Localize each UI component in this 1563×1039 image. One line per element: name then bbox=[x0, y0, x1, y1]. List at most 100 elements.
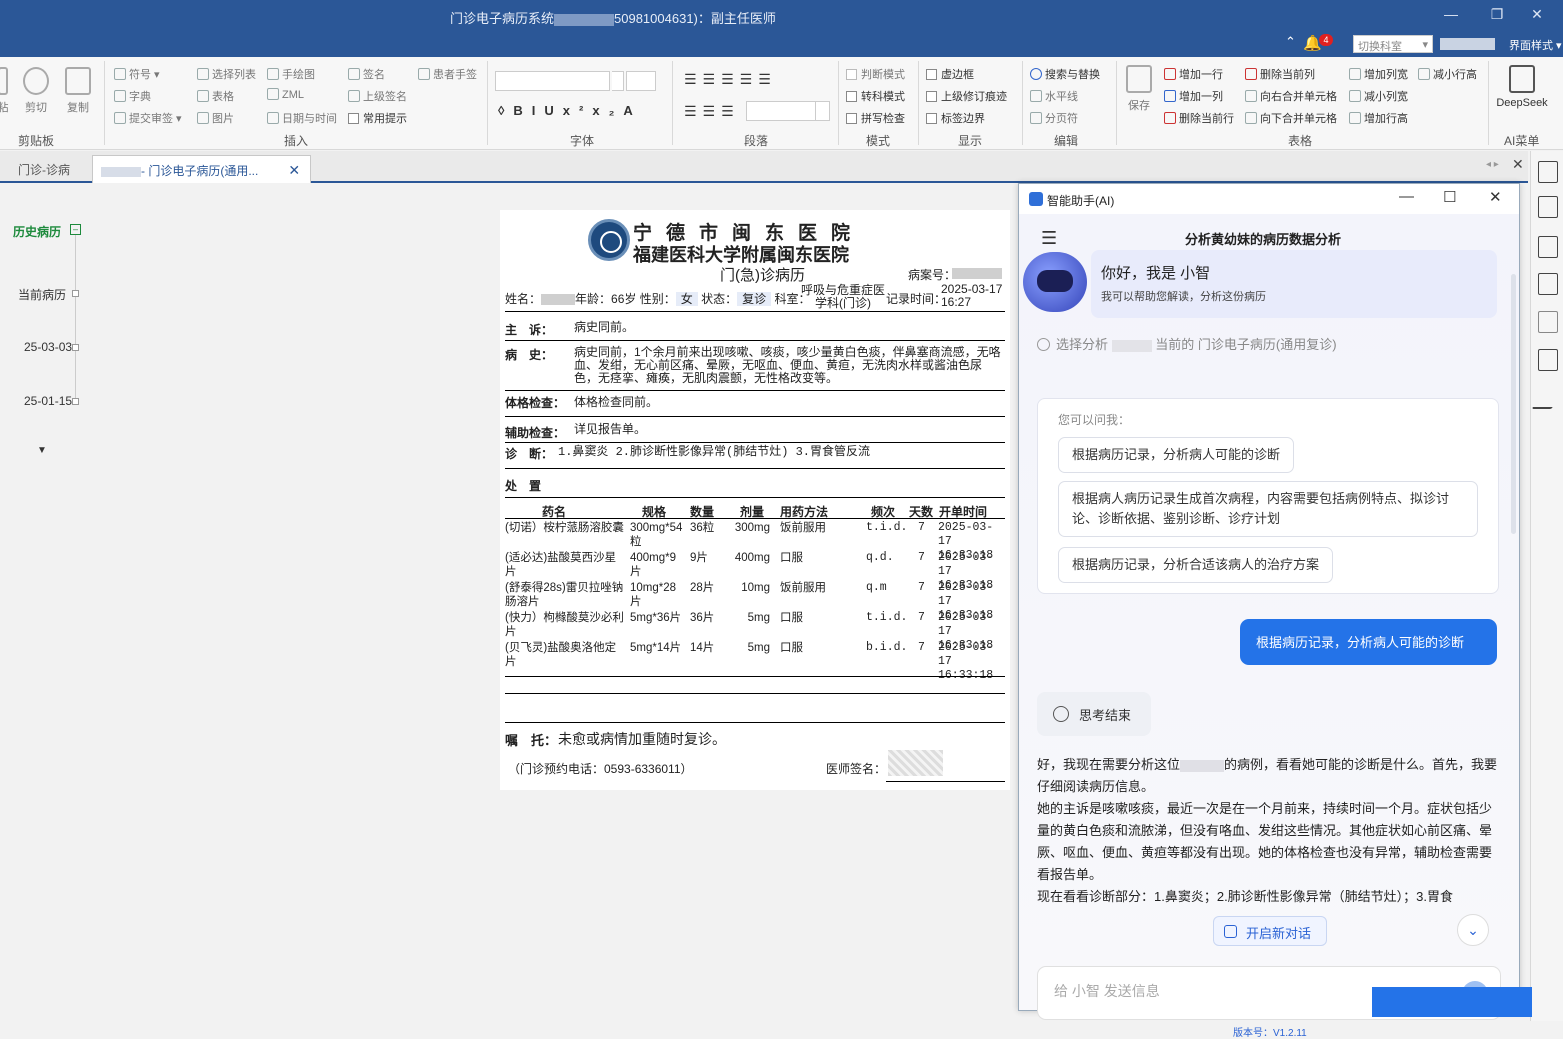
delete-row-button[interactable]: 删除当前行 bbox=[1164, 110, 1234, 126]
table-icon bbox=[197, 90, 209, 102]
font-size-select[interactable] bbox=[626, 71, 656, 91]
pen-icon[interactable] bbox=[1531, 387, 1563, 409]
cut-button[interactable]: 剪切 bbox=[20, 67, 52, 115]
close-all-icon[interactable]: ✕ bbox=[1512, 156, 1524, 173]
horizontal-line-button[interactable]: 水平线 bbox=[1030, 88, 1078, 104]
tab-emr[interactable]: - 门诊电子病历(通用... ✕ bbox=[92, 155, 311, 183]
table-group-label: 表格 bbox=[1288, 134, 1313, 148]
thinking-done-toggle[interactable]: 思考结束 bbox=[1037, 692, 1151, 736]
close-button[interactable]: ✕ bbox=[1522, 6, 1552, 26]
rx-cell-dose: 5mg bbox=[747, 612, 770, 624]
insert-dictionary[interactable]: 字典 bbox=[114, 88, 151, 104]
ai-maximize-button[interactable]: ☐ bbox=[1443, 188, 1456, 206]
suggestion-diagnosis[interactable]: 根据病历记录，分析病人可能的诊断 bbox=[1058, 437, 1295, 473]
insert-table[interactable]: 表格 bbox=[197, 88, 234, 104]
insert-patient-sign[interactable]: 患者手签 bbox=[418, 66, 477, 82]
chat-scrollbar[interactable] bbox=[1511, 274, 1516, 534]
align-buttons[interactable]: ☰☰☰ bbox=[684, 103, 740, 120]
inbox-icon[interactable] bbox=[1538, 196, 1558, 218]
timeline-item-0303[interactable]: 25-03-03 bbox=[24, 340, 72, 354]
suggestion-first-course[interactable]: 根据病人病历记录生成首次病程，内容需要包括病例特点、拟诊讨论、诊断依据、鉴别诊断… bbox=[1058, 481, 1478, 537]
decrease-row-height-button[interactable]: 减小行高 bbox=[1418, 66, 1477, 82]
chief-complaint-label: 主 诉： bbox=[505, 323, 554, 337]
ai-group-label: AI菜单 bbox=[1504, 134, 1540, 148]
rx-cell-dose: 10mg bbox=[741, 582, 770, 594]
insert-superior-sign[interactable]: 上级签名 bbox=[348, 88, 407, 104]
tray-icon[interactable] bbox=[1538, 161, 1558, 183]
search-replace-button[interactable]: 搜索与替换 bbox=[1030, 66, 1100, 82]
insert-signature[interactable]: 签名 bbox=[348, 66, 385, 82]
add-column-button[interactable]: 增加一列 bbox=[1164, 88, 1223, 104]
merge-down-button[interactable]: 向下合并单元格 bbox=[1245, 110, 1337, 126]
answer-paragraph-3: 现在看看诊断部分：1.鼻窦炎；2.肺诊断性影像异常（肺结节灶）；3.胃食 bbox=[1037, 889, 1454, 904]
insert-zml[interactable]: ZML bbox=[267, 88, 304, 101]
tag-border-checkbox[interactable]: 标签边界 bbox=[926, 110, 985, 126]
collapse-icon[interactable]: – bbox=[70, 224, 81, 235]
insert-image[interactable]: 图片 bbox=[197, 110, 234, 126]
copy-icon bbox=[65, 67, 91, 95]
notes-icon[interactable] bbox=[1538, 311, 1558, 333]
judge-mode-checkbox[interactable]: 判断模式 bbox=[846, 66, 905, 82]
scroll-down-button[interactable]: ⌄ bbox=[1457, 914, 1489, 946]
insert-datetime[interactable]: 日期与时间 bbox=[267, 110, 337, 126]
rx-cell-name: (切诺）桉柠蒎肠溶胶囊 bbox=[505, 522, 624, 534]
menu-icon[interactable]: ☰ bbox=[1041, 228, 1057, 249]
insert-select-list[interactable]: 选择列表 bbox=[197, 66, 256, 82]
page-break-button[interactable]: 分页符 bbox=[1030, 110, 1078, 126]
common-tips-checkbox[interactable]: 常用提示 bbox=[348, 110, 407, 126]
ui-style-menu[interactable]: 界面样式 ▾ bbox=[1509, 37, 1562, 53]
history-value[interactable]: 病史同前，1个余月前来出现咳嗽、咳痰，咳少量黄白色痰，伴鼻塞商流感，无咯血、发绀… bbox=[574, 346, 1004, 385]
spell-check-checkbox[interactable]: 拼写检查 bbox=[846, 110, 905, 126]
decrease-col-width-button[interactable]: 减小列宽 bbox=[1349, 88, 1408, 104]
insert-symbol[interactable]: 符号 ▾ bbox=[114, 66, 160, 82]
dept-select[interactable]: 切换科室 ▾ bbox=[1353, 35, 1433, 53]
redacted-id bbox=[554, 13, 615, 26]
add-row-button[interactable]: 增加一行 bbox=[1164, 66, 1223, 82]
notification-badge: 4 bbox=[1319, 34, 1333, 46]
aux-exam-value[interactable]: 详见报告单。 bbox=[574, 423, 1004, 436]
list-format-buttons[interactable]: ☰☰☰☰☰ bbox=[684, 71, 777, 88]
deepseek-button[interactable]: DeepSeek bbox=[1494, 65, 1550, 109]
history-label: 历史病历 bbox=[13, 225, 62, 239]
timeline-item-0115[interactable]: 25-01-15 bbox=[24, 394, 72, 408]
increase-col-width-button[interactable]: 增加列宽 bbox=[1349, 66, 1408, 82]
tab-outpatient-diagnosis[interactable]: 门诊-诊病 bbox=[10, 155, 78, 183]
expand-down-icon[interactable]: ▼ bbox=[37, 445, 47, 456]
virtual-border-checkbox[interactable]: 虚边框 bbox=[926, 66, 974, 82]
timeline-item-current[interactable]: 当前病历 bbox=[18, 286, 66, 303]
clipboard-icon[interactable] bbox=[1538, 273, 1558, 295]
line-spacing-dropdown[interactable] bbox=[816, 101, 830, 121]
font-family-dropdown[interactable] bbox=[612, 71, 624, 91]
font-family-select[interactable] bbox=[495, 71, 610, 91]
suggestion-treatment[interactable]: 根据病历记录，分析合适该病人的治疗方案 bbox=[1058, 547, 1334, 583]
ai-close-button[interactable]: ✕ bbox=[1489, 188, 1502, 206]
advice-value[interactable]: 未愈或病情加重随时复诊。 bbox=[558, 729, 726, 749]
document-icon[interactable] bbox=[1538, 236, 1558, 258]
merge-right-button[interactable]: 向右合并单元格 bbox=[1245, 88, 1337, 104]
font-format-buttons[interactable]: ◊BIUx²x₂A bbox=[498, 103, 642, 118]
revision-trace-checkbox[interactable]: 上级修订痕迹 bbox=[926, 88, 1007, 104]
insert-drawing[interactable]: 手绘图 bbox=[267, 66, 315, 82]
restore-button[interactable]: ❐ bbox=[1482, 6, 1512, 26]
ai-minimize-button[interactable]: — bbox=[1399, 188, 1414, 205]
line-spacing-select[interactable] bbox=[746, 101, 816, 121]
increase-row-height-button[interactable]: 增加行高 bbox=[1349, 110, 1408, 126]
robot-avatar bbox=[1023, 252, 1087, 312]
physical-exam-value[interactable]: 体格检查同前。 bbox=[574, 396, 1004, 409]
transfer-mode-checkbox[interactable]: 转科模式 bbox=[846, 88, 905, 104]
underlying-blue-button[interactable] bbox=[1372, 987, 1532, 1017]
tab-scroll-arrows[interactable]: ◂ ▸ bbox=[1486, 159, 1499, 170]
new-chat-button[interactable]: 开启新对话 bbox=[1213, 916, 1327, 946]
close-tab-icon[interactable]: ✕ bbox=[288, 162, 300, 178]
delete-column-button[interactable]: 删除当前列 bbox=[1245, 66, 1315, 82]
submit-review[interactable]: 提交审签 ▾ bbox=[114, 110, 182, 126]
save-button[interactable]: 保存 bbox=[1124, 65, 1154, 113]
chevron-up-icon[interactable]: ⌃ bbox=[1285, 34, 1296, 54]
copy-button[interactable]: 复制 bbox=[62, 67, 94, 115]
diagnosis-value[interactable]: 1.鼻窦炎 2.肺诊断性影像异常(肺结节灶) 3.胃食管反流 bbox=[558, 446, 988, 459]
chief-complaint-value[interactable]: 病史同前。 bbox=[574, 321, 1004, 334]
record-no-label: 病案号： bbox=[908, 268, 957, 282]
minimize-button[interactable]: — bbox=[1436, 6, 1466, 26]
paste-button[interactable]: 粘 bbox=[0, 67, 10, 115]
printer-icon[interactable] bbox=[1538, 349, 1558, 371]
